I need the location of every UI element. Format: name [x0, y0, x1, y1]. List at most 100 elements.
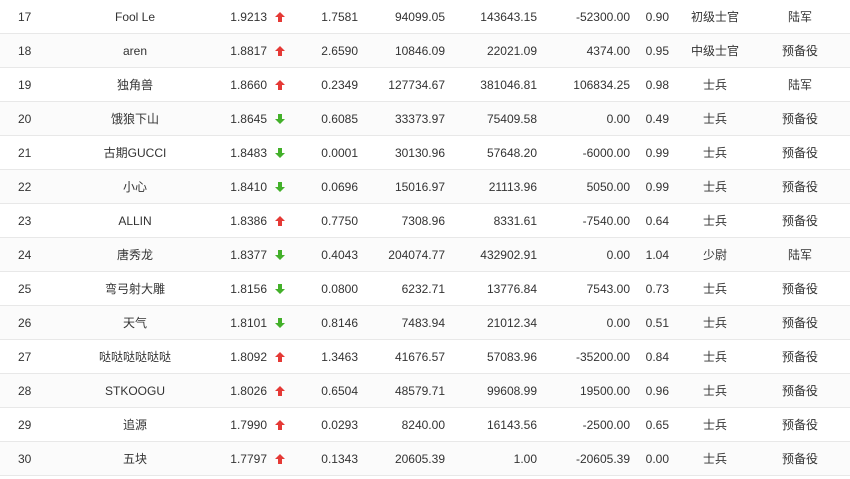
table-row[interactable]: 19 独角兽 1.8660 0.2349 127734.67 381046.81…	[0, 68, 850, 102]
trader-name[interactable]: 小心	[60, 170, 210, 204]
trader-name[interactable]: 哒哒哒哒哒哒	[60, 340, 210, 374]
table-row[interactable]: 30 五块 1.7797 0.1343 20605.39 1.00 -20605…	[0, 442, 850, 476]
value-cell-1: 0.6085	[321, 112, 358, 126]
table-row[interactable]: 21 古期GUCCI 1.8483 0.0001 30130.96 57648.…	[0, 136, 850, 170]
up-arrow-icon	[272, 340, 288, 374]
rank-cell: 28	[18, 384, 32, 398]
table-row[interactable]: 17 Fool Le 1.9213 1.7581 94099.05 143643…	[0, 0, 850, 34]
branch-cell: 预备役	[781, 350, 818, 364]
trader-name[interactable]: 弯弓射大雕	[60, 272, 210, 306]
branch-cell: 预备役	[781, 384, 818, 398]
table-row[interactable]: 24 唐秀龙 1.8377 0.4043 204074.77 432902.91…	[0, 238, 850, 272]
rank-cell: 30	[18, 452, 32, 466]
branch-cell: 预备役	[781, 44, 818, 58]
score-cell: 1.8386	[230, 214, 267, 228]
score-cell: 1.8645	[230, 112, 267, 126]
rank-title-cell: 士兵	[702, 146, 727, 160]
table-row[interactable]: 29 追源 1.7990 0.0293 8240.00 16143.56 -25…	[0, 408, 850, 442]
branch-cell: 预备役	[781, 214, 818, 228]
value-cell-2: 20605.39	[394, 452, 445, 466]
value-cell-2: 6232.71	[401, 282, 445, 296]
trader-name[interactable]: 天气	[60, 306, 210, 340]
down-arrow-icon	[272, 136, 288, 170]
branch-cell: 预备役	[781, 282, 818, 296]
value-cell-3: 22021.09	[486, 44, 537, 58]
value-cell-2: 7308.96	[401, 214, 445, 228]
value-cell-5: 1.04	[645, 248, 669, 262]
table-row[interactable]: 22 小心 1.8410 0.0696 15016.97 21113.96 50…	[0, 170, 850, 204]
rank-title-cell: 士兵	[702, 282, 727, 296]
value-cell-4: 7543.00	[586, 282, 630, 296]
value-cell-5: 0.90	[645, 10, 669, 24]
value-cell-1: 1.3463	[321, 350, 358, 364]
value-cell-1: 0.1343	[321, 452, 358, 466]
table-row[interactable]: 26 天气 1.8101 0.8146 7483.94 21012.34 0.0…	[0, 306, 850, 340]
trader-name[interactable]: Fool Le	[60, 0, 210, 34]
value-cell-3: 381046.81	[480, 78, 537, 92]
value-cell-4: -20605.39	[575, 452, 630, 466]
rank-cell: 27	[18, 350, 32, 364]
score-cell: 1.7990	[230, 418, 267, 432]
trader-name[interactable]: 五块	[60, 442, 210, 476]
rank-title-cell: 中级士官	[690, 44, 739, 58]
rank-cell: 17	[18, 10, 32, 24]
down-arrow-icon	[272, 272, 288, 306]
value-cell-1: 0.0800	[321, 282, 358, 296]
trader-name[interactable]: aren	[60, 34, 210, 68]
value-cell-5: 0.64	[645, 214, 669, 228]
rank-title-cell: 初级士官	[690, 10, 739, 24]
value-cell-2: 10846.09	[394, 44, 445, 58]
score-cell: 1.8483	[230, 146, 267, 160]
score-cell: 1.9213	[230, 10, 267, 24]
value-cell-3: 75409.58	[486, 112, 537, 126]
up-arrow-icon	[272, 204, 288, 238]
value-cell-1: 0.8146	[321, 316, 358, 330]
value-cell-4: -7540.00	[582, 214, 630, 228]
up-arrow-icon	[272, 0, 288, 34]
rank-cell: 20	[18, 112, 32, 126]
rank-cell: 26	[18, 316, 32, 330]
trader-name[interactable]: ALLIN	[60, 204, 210, 238]
value-cell-4: 0.00	[606, 248, 630, 262]
score-cell: 1.8410	[230, 180, 267, 194]
value-cell-4: -2500.00	[582, 418, 630, 432]
trader-name[interactable]: STKOOGU	[60, 374, 210, 408]
score-cell: 1.8660	[230, 78, 267, 92]
value-cell-3: 21012.34	[486, 316, 537, 330]
table-row[interactable]: 25 弯弓射大雕 1.8156 0.0800 6232.71 13776.84 …	[0, 272, 850, 306]
value-cell-4: 0.00	[606, 316, 630, 330]
branch-cell: 预备役	[781, 146, 818, 160]
rank-cell: 18	[18, 44, 32, 58]
trader-name[interactable]: 唐秀龙	[60, 238, 210, 272]
branch-cell: 预备役	[781, 112, 818, 126]
table-row[interactable]: 18 aren 1.8817 2.6590 10846.09 22021.09 …	[0, 34, 850, 68]
trader-name[interactable]: 追源	[60, 408, 210, 442]
down-arrow-icon	[272, 170, 288, 204]
value-cell-2: 48579.71	[394, 384, 445, 398]
value-cell-3: 21113.96	[488, 180, 537, 194]
score-cell: 1.8026	[230, 384, 267, 398]
value-cell-4: 0.00	[606, 112, 630, 126]
value-cell-2: 127734.67	[388, 78, 445, 92]
value-cell-1: 0.7750	[321, 214, 358, 228]
trader-name[interactable]: 饿狼下山	[60, 102, 210, 136]
rank-title-cell: 士兵	[702, 350, 727, 364]
up-arrow-icon	[272, 374, 288, 408]
value-cell-3: 1.00	[513, 452, 537, 466]
rank-cell: 23	[18, 214, 32, 228]
table-row[interactable]: 23 ALLIN 1.8386 0.7750 7308.96 8331.61 -…	[0, 204, 850, 238]
rank-cell: 19	[18, 78, 32, 92]
value-cell-3: 8331.61	[493, 214, 537, 228]
value-cell-2: 30130.96	[394, 146, 445, 160]
value-cell-4: 19500.00	[579, 384, 630, 398]
trader-name[interactable]: 古期GUCCI	[60, 136, 210, 170]
table-row[interactable]: 27 哒哒哒哒哒哒 1.8092 1.3463 41676.57 57083.9…	[0, 340, 850, 374]
table-row[interactable]: 28 STKOOGU 1.8026 0.6504 48579.71 99608.…	[0, 374, 850, 408]
down-arrow-icon	[272, 102, 288, 136]
rank-cell: 25	[18, 282, 32, 296]
value-cell-1: 0.6504	[321, 384, 358, 398]
rank-title-cell: 士兵	[702, 78, 727, 92]
branch-cell: 陆军	[787, 10, 812, 24]
table-row[interactable]: 20 饿狼下山 1.8645 0.6085 33373.97 75409.58 …	[0, 102, 850, 136]
trader-name[interactable]: 独角兽	[60, 68, 210, 102]
